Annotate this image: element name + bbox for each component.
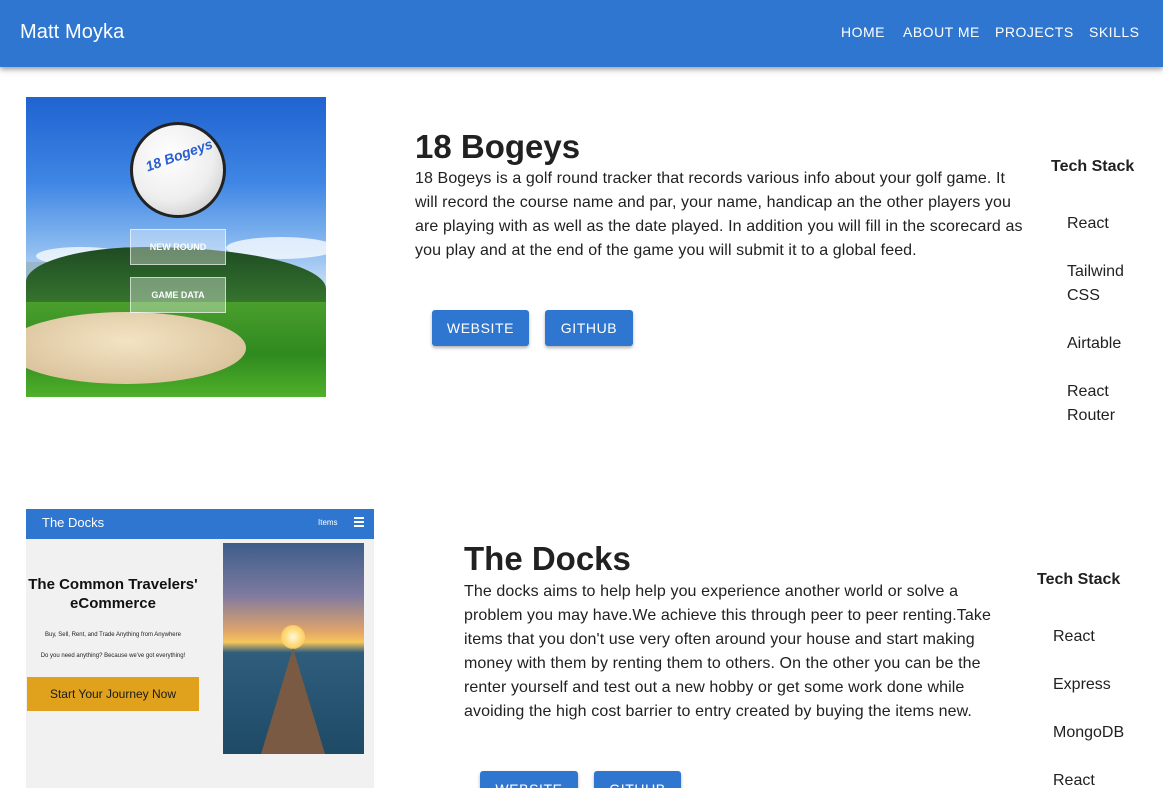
tech-stack-item: MongoDB [1053,724,1125,741]
main-nav: HOME ABOUT ME PROJECTS SKILLS [0,24,1163,42]
project-image-18-bogeys: 18 Bogeys NEW ROUND GAME DATA [26,97,326,397]
tech-stack-item: React [1053,628,1095,645]
tech-stack-item: Express [1053,676,1111,693]
docks-subline: Do you need anything? Because we've got … [40,653,186,659]
docks-headline: The Common Travelers' eCommerce [28,576,198,612]
nav-home[interactable]: HOME [841,24,885,41]
docks-navbar: The Docks Items [26,509,374,539]
golf-ball-logo: 18 Bogeys [130,122,226,218]
docks-logo: The Docks [42,515,105,530]
nav-skills[interactable]: SKILLS [1089,24,1139,41]
pier-sunset-photo [223,543,364,754]
app-bar: Matt Moyka HOME ABOUT ME PROJECTS SKILLS [0,0,1163,67]
tech-stack-heading: Tech Stack [1051,158,1135,175]
website-button[interactable]: WEBSITE [432,310,529,346]
nav-projects[interactable]: PROJECTS [995,24,1074,41]
project-image-the-docks: The Docks Items The Common Travelers' eC… [26,509,374,788]
image-new-round-button: NEW ROUND [130,229,226,265]
tech-stack-list: React Express MongoDB React [1053,625,1153,788]
github-button[interactable]: GITHUB [545,310,633,346]
docks-cta-button: Start Your Journey Now [27,677,199,711]
project-title: 18 Bogeys [415,128,581,165]
nav-about-me[interactable]: ABOUT ME [903,24,980,41]
tech-stack-item: React Router [1067,383,1116,424]
project-title: The Docks [464,540,631,577]
docks-subline: Buy, Sell, Rent, and Trade Anything from… [45,632,181,638]
tech-stack-list: React Tailwind CSS Airtable React Router [1067,212,1147,452]
project-description: 18 Bogeys is a golf round tracker that r… [415,170,1023,259]
tech-stack-item: Airtable [1067,335,1122,352]
tech-stack-item: React [1067,215,1109,232]
tech-stack-item: Tailwind CSS [1067,263,1124,304]
image-game-data-button: GAME DATA [130,277,226,313]
github-button[interactable]: GITHUB [594,771,681,788]
docks-items-link: Items [318,518,338,527]
website-button[interactable]: WEBSITE [480,771,578,788]
tech-stack-item: React [1053,772,1095,788]
hamburger-menu-icon [354,517,364,527]
project-description: The docks aims to help help you experien… [464,583,991,720]
tech-stack-heading: Tech Stack [1037,571,1121,588]
